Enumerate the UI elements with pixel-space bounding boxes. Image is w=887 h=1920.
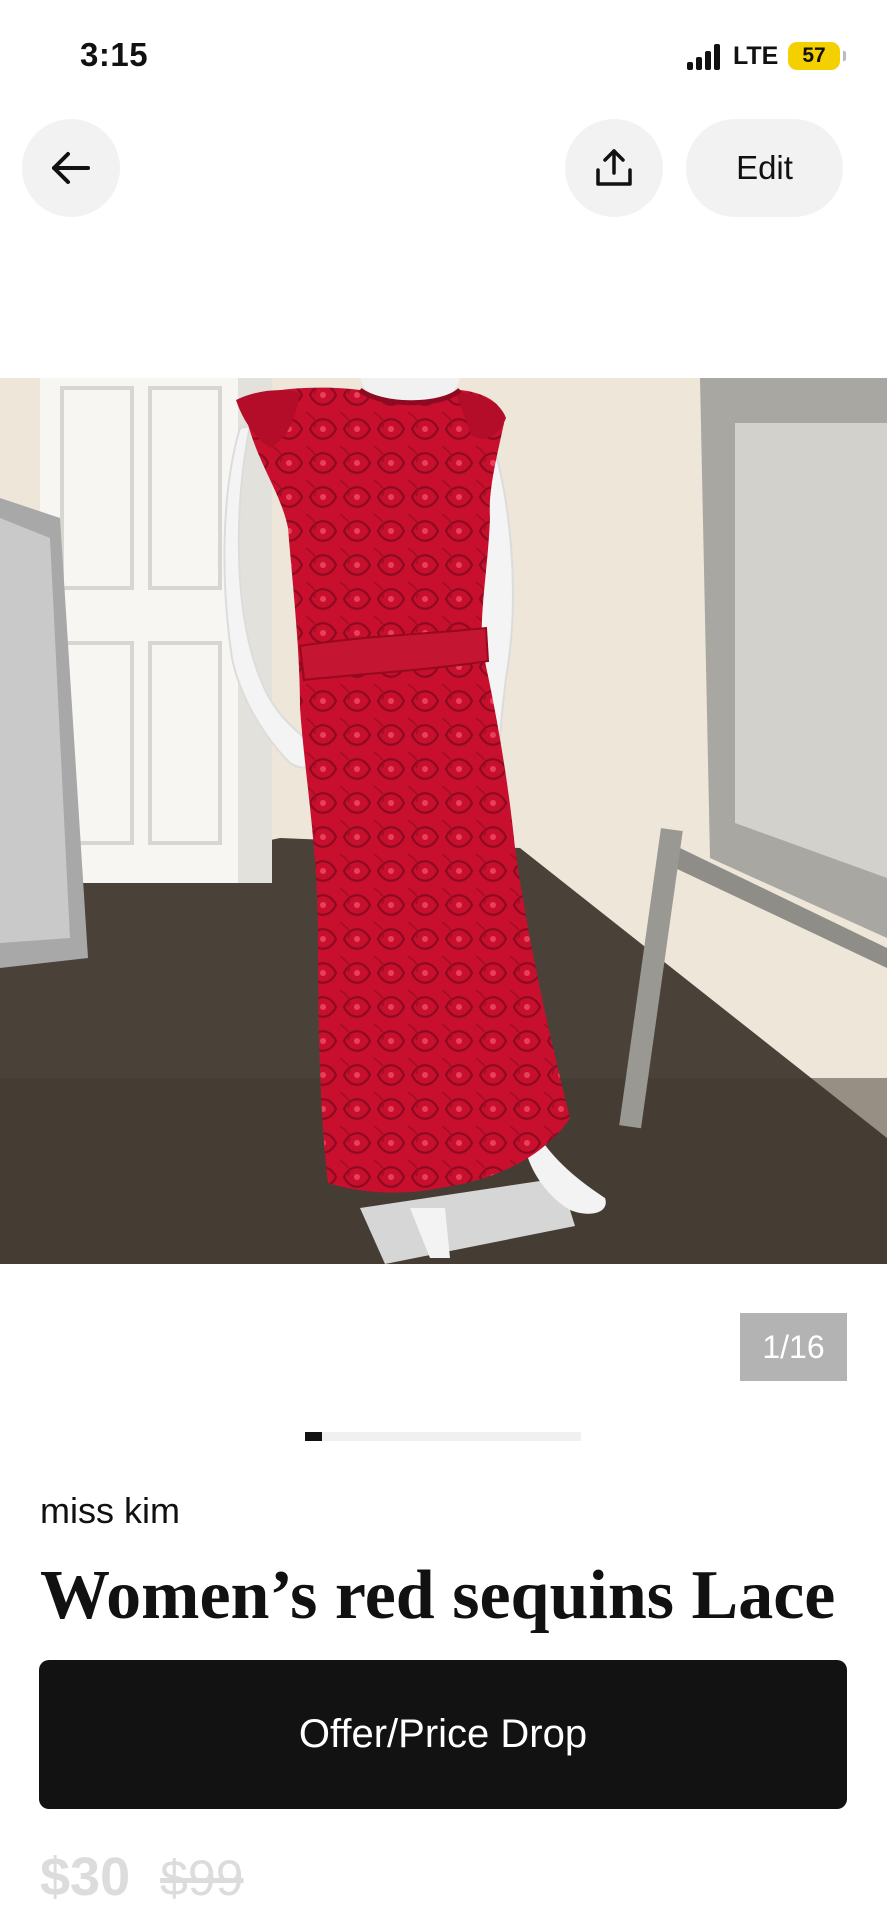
share-button[interactable] (565, 119, 663, 217)
gallery-progress-fill (305, 1432, 322, 1441)
current-price: $30 (40, 1847, 131, 1907)
offer-price-drop-button[interactable]: Offer/Price Drop (39, 1660, 847, 1809)
listing-title: Women’s red sequins Lace Maxi Long Merma… (40, 1557, 836, 1668)
price-row: $30 $99 (40, 1846, 244, 1916)
arrow-left-icon (52, 152, 90, 184)
original-price: $99 (160, 1850, 244, 1906)
edit-button[interactable]: Edit (686, 119, 843, 217)
signal-icon (687, 44, 723, 70)
image-counter: 1/16 (740, 1313, 847, 1381)
back-button[interactable] (22, 119, 120, 217)
status-time: 3:15 (80, 36, 149, 73)
gallery-progress-track[interactable] (305, 1432, 581, 1441)
network-label: LTE (733, 42, 779, 70)
status-bar: 3:15 LTE 57 (0, 0, 887, 110)
brand-name[interactable]: miss kim (40, 1490, 180, 1532)
product-photo[interactable] (0, 378, 887, 1264)
battery-icon: 57 (788, 42, 846, 70)
share-upload-icon (596, 149, 632, 186)
